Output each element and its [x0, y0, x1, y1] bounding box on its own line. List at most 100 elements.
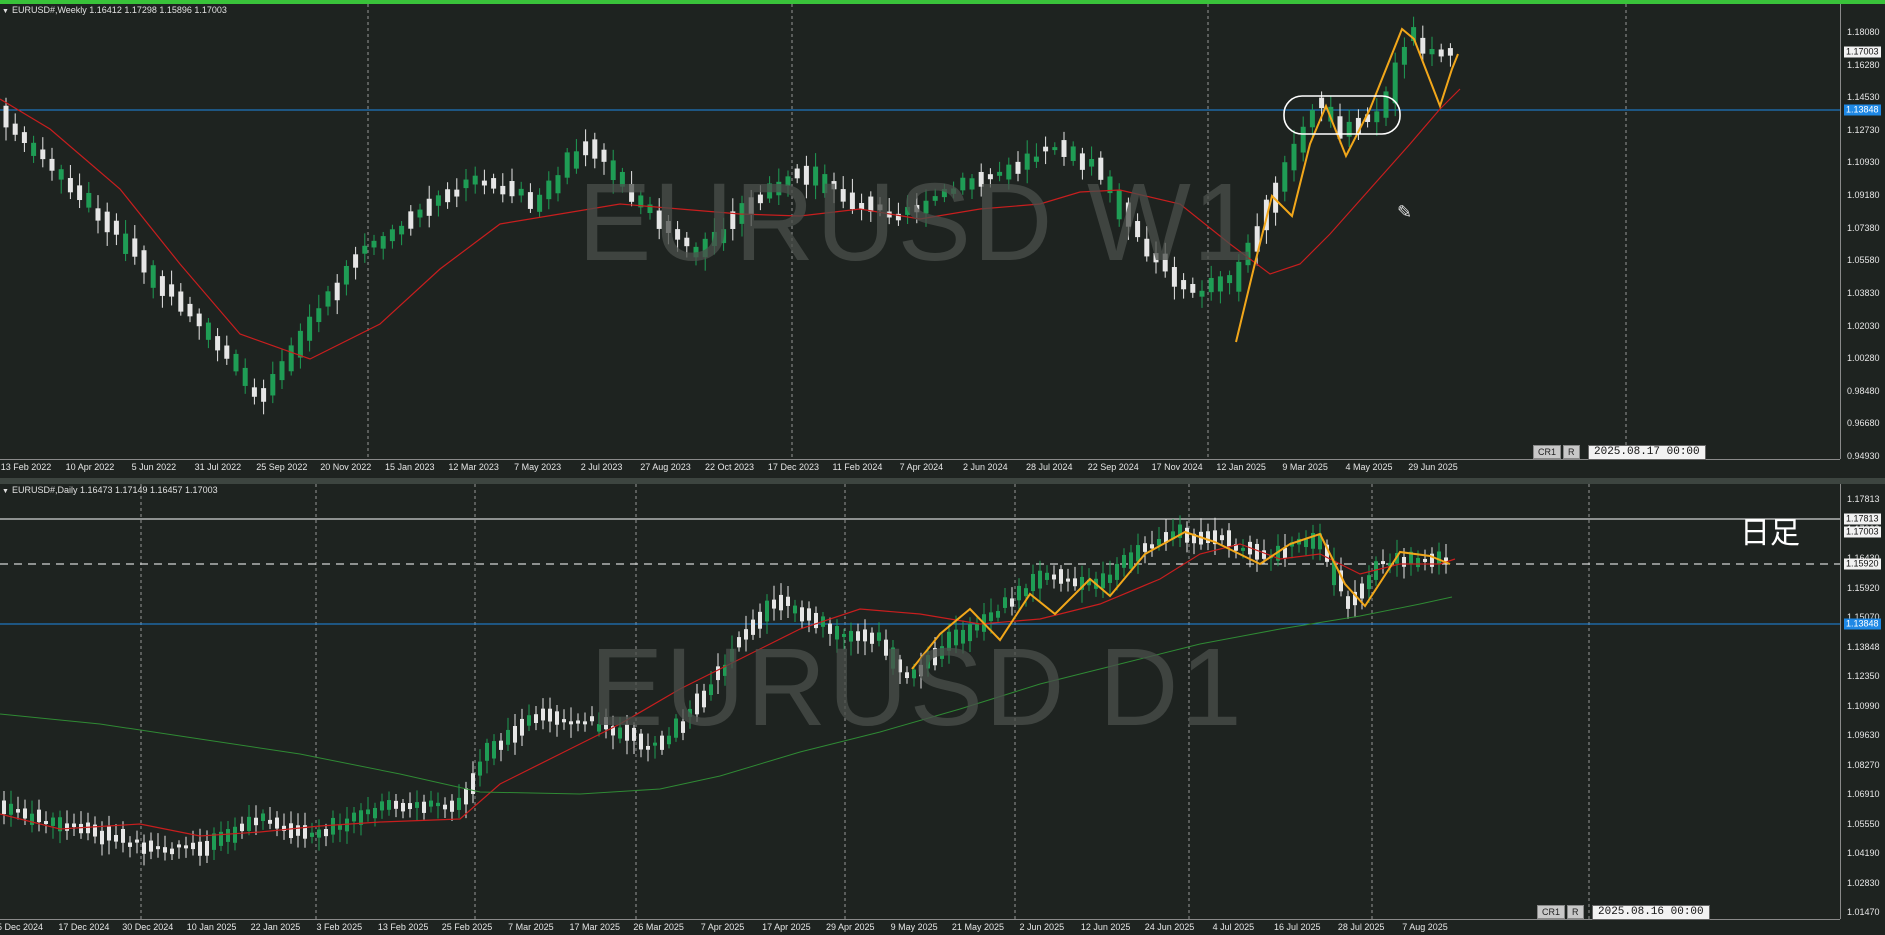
daily-time-label: 2 Jun 2025: [1019, 922, 1065, 932]
daily-candle-body: [1206, 531, 1210, 544]
weekly-r-badge[interactable]: R: [1563, 445, 1580, 459]
daily-candle-body: [1122, 554, 1126, 568]
weekly-blue-level-tag: 1.13848: [1844, 104, 1881, 116]
collapse-arrow-icon[interactable]: ▼: [2, 488, 9, 495]
weekly-candle-body: [261, 388, 267, 402]
daily-candle-body: [338, 825, 342, 830]
daily-candle-body: [128, 842, 132, 847]
weekly-time-label: 12 Mar 2023: [448, 462, 499, 472]
weekly-price-label: 1.10930: [1847, 157, 1880, 168]
daily-candle-body: [849, 630, 853, 642]
weekly-candle-body: [951, 188, 957, 194]
weekly-price-axis[interactable]: 1.18080 1.16280 1.14530 1.12730 1.10930 1.091…: [1840, 4, 1885, 461]
daily-candle-body: [107, 826, 111, 841]
weekly-candle-body: [794, 168, 800, 179]
daily-candle-body: [996, 611, 1000, 618]
daily-candle-body: [807, 608, 811, 621]
weekly-candle-body: [1144, 238, 1150, 257]
weekly-candle-body: [1033, 156, 1039, 162]
weekly-candle-body: [1401, 46, 1407, 65]
weekly-candle-body: [941, 188, 947, 198]
weekly-candle-body: [3, 105, 9, 128]
daily-chart-pane[interactable]: EURUSD D1 ▼ EURUSD#,Daily 1.16473 1.17149…: [0, 484, 1885, 935]
daily-time-label: 28 Jul 2025: [1337, 922, 1385, 932]
daily-candle-body: [352, 812, 356, 822]
daily-candle-body: [268, 819, 272, 824]
weekly-price-label: 1.16280: [1847, 59, 1880, 70]
daily-time-label: 26 Mar 2025: [633, 922, 684, 932]
weekly-price-label: 1.07380: [1847, 222, 1880, 233]
daily-candle-body: [345, 818, 349, 832]
weekly-candle-body: [104, 211, 110, 233]
weekly-date-box: 2025.08.17 00:00: [1588, 445, 1706, 460]
weekly-price-label: 1.18080: [1847, 27, 1880, 37]
daily-time-axis[interactable]: 5 Dec 2024 17 Dec 2024 30 Dec 2024 10 Jan 2…: [0, 919, 1840, 935]
daily-candle-body: [800, 607, 804, 622]
weekly-candle-body: [1447, 48, 1453, 56]
weekly-cr1-badge[interactable]: CR1: [1533, 445, 1562, 459]
daily-price-label: 1.09630: [1847, 730, 1880, 740]
weekly-candle-body: [187, 303, 193, 317]
daily-time-label: 21 May 2025: [951, 922, 1004, 932]
daily-price-axis[interactable]: 1.178131.170031.164301.159201.150701.138…: [1840, 484, 1885, 919]
weekly-current-price-tag: 1.17003: [1844, 46, 1881, 58]
weekly-candle-body: [1429, 48, 1435, 55]
weekly-time-label: 31 Jul 2022: [194, 462, 242, 472]
weekly-candle-body: [813, 166, 819, 186]
daily-price-label: 1.04190: [1847, 848, 1880, 858]
daily-candle-body: [870, 632, 874, 644]
daily-candle-body: [632, 727, 636, 741]
daily-r-badge[interactable]: R: [1567, 905, 1584, 919]
daily-candle-body: [674, 718, 678, 738]
daily-candle-body: [961, 629, 965, 644]
daily-candle-body: [1108, 574, 1112, 583]
weekly-time-axis[interactable]: 13 Feb 2022 10 Apr 2022 5 Jun 2022 31 Jul 2…: [0, 459, 1840, 475]
weekly-candle-body: [711, 231, 717, 246]
daily-header: ▼ EURUSD#,Daily 1.16473 1.17149 1.16457 1…: [2, 485, 218, 495]
weekly-candle-body: [859, 202, 865, 210]
weekly-candle-body: [316, 308, 322, 323]
daily-candle-body: [289, 823, 293, 839]
daily-candle-body: [1024, 588, 1028, 597]
weekly-candle-body: [849, 192, 855, 210]
daily-candle-body: [51, 817, 55, 826]
weekly-candle-body: [435, 195, 441, 206]
weekly-candle-body: [960, 177, 966, 191]
daily-time-label: 7 Apr 2025: [700, 922, 745, 932]
weekly-candle-body: [1300, 126, 1306, 153]
daily-chart-canvas[interactable]: [0, 484, 1840, 919]
weekly-candle-body: [997, 171, 1003, 176]
weekly-candle-body: [1309, 110, 1315, 128]
weekly-candle-body: [1208, 277, 1214, 293]
weekly-candle-body: [224, 345, 230, 359]
daily-time-label: 9 May 2025: [890, 922, 938, 932]
weekly-time-label: 13 Feb 2022: [0, 462, 52, 472]
daily-price-label: 1.01470: [1847, 907, 1880, 917]
weekly-time-label: 17 Nov 2024: [1151, 462, 1203, 472]
daily-candle-body: [786, 596, 790, 606]
collapse-arrow-icon[interactable]: ▼: [2, 8, 9, 15]
weekly-candle-body: [675, 229, 681, 240]
weekly-candle-body: [509, 181, 515, 197]
daily-price-label: 1.05550: [1847, 818, 1880, 829]
daily-candle-body: [429, 800, 433, 807]
weekly-candle-body: [288, 345, 294, 372]
weekly-candle-body: [656, 210, 662, 229]
daily-cr1-badge[interactable]: CR1: [1537, 905, 1566, 919]
weekly-candle-body: [399, 225, 405, 235]
daily-price-label: 1.17813: [1847, 494, 1880, 504]
daily-candle-body: [1066, 578, 1070, 582]
weekly-candle-body: [1116, 190, 1122, 220]
weekly-candle-body: [178, 291, 184, 312]
daily-white-level-tag: 1.17813: [1844, 513, 1881, 525]
daily-candle-body: [1010, 598, 1014, 607]
weekly-time-label: 7 May 2023: [514, 462, 562, 472]
weekly-candle-body: [877, 204, 883, 211]
daily-candle-body: [1220, 535, 1224, 541]
daily-candle-body: [149, 840, 153, 852]
weekly-candle-body: [408, 211, 414, 229]
weekly-candle-body: [1135, 221, 1141, 238]
weekly-chart-pane[interactable]: EURUSD W1 ▼ EURUSD#,Weekly 1.16412 1.1729…: [0, 0, 1885, 478]
weekly-chart-canvas[interactable]: [0, 4, 1840, 459]
daily-candle-body: [156, 846, 160, 850]
